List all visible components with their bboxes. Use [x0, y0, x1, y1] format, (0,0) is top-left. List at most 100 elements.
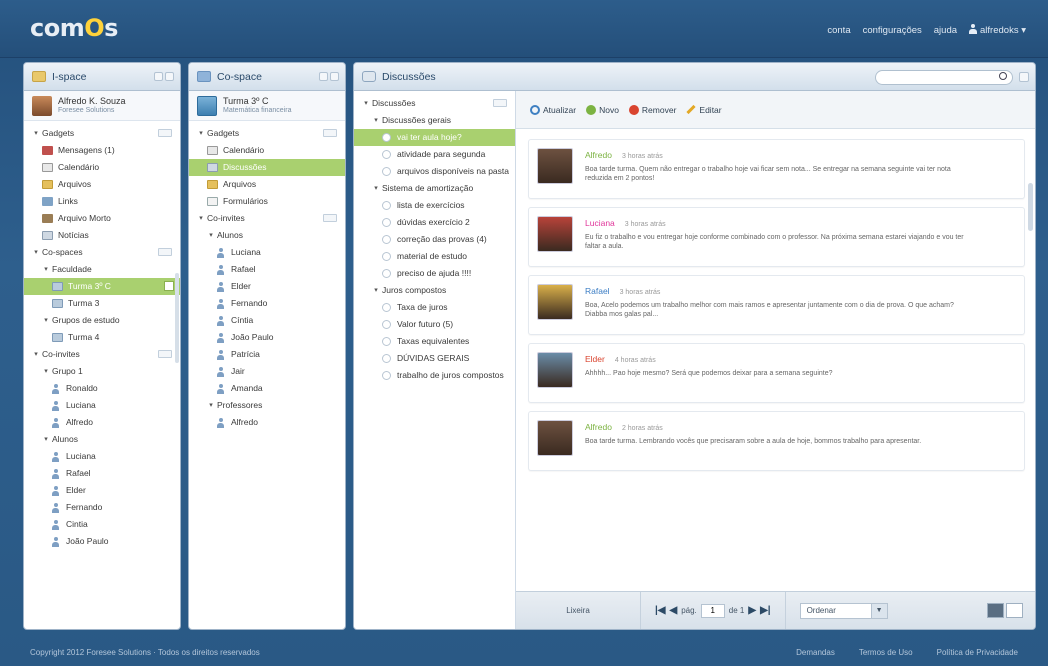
configuracoes-link[interactable]: configurações [863, 25, 922, 36]
tree-item[interactable]: ▾ Professores [189, 397, 345, 414]
tree-item[interactable]: Alfredo [189, 414, 345, 431]
expand-toggle-icon[interactable]: ▾ [42, 363, 50, 380]
tree-item[interactable]: Jair [189, 363, 345, 380]
post-author[interactable]: Luciana [585, 218, 615, 228]
list-view-icon[interactable] [987, 603, 1004, 618]
author-avatar[interactable] [537, 352, 573, 388]
tree-item[interactable]: Calendário [189, 142, 345, 159]
tree-item[interactable]: Cintia [24, 516, 180, 533]
search-input[interactable] [875, 70, 1013, 85]
search-icon[interactable] [999, 72, 1007, 80]
tree-item[interactable]: ▾ Co-invites [189, 210, 345, 227]
post-author[interactable]: Alfredo [585, 150, 612, 160]
expand-toggle-icon[interactable]: ▾ [42, 431, 50, 448]
tree-item[interactable]: ▾ Alunos [189, 227, 345, 244]
section-options-icon[interactable] [493, 99, 507, 107]
post-item[interactable]: Alfredo 3 horas atrás Boa tarde turma. Que… [528, 139, 1025, 199]
ajuda-link[interactable]: ajuda [934, 25, 957, 36]
tree-item[interactable]: ▾ Faculdade [24, 261, 180, 278]
post-item[interactable]: Luciana 3 horas atrás Eu fiz o trabalho e … [528, 207, 1025, 267]
last-page-icon[interactable]: ▶| [760, 605, 771, 616]
footer-link[interactable]: Política de Privacidade [937, 648, 1018, 657]
collapse-icon[interactable] [154, 72, 163, 81]
trash-link[interactable]: Lixeira [516, 606, 640, 615]
tree-item[interactable]: Ronaldo [24, 380, 180, 397]
remove-button[interactable]: Remover [628, 104, 676, 115]
section-options-icon[interactable] [323, 214, 337, 222]
author-avatar[interactable] [537, 216, 573, 252]
tree-item[interactable]: Links [24, 193, 180, 210]
expand-toggle-icon[interactable]: ▾ [207, 397, 215, 414]
tree-item[interactable]: Mensagens (1) [24, 142, 180, 159]
tree-item[interactable]: ▾ Discussões [354, 95, 515, 112]
tree-item[interactable]: Amanda [189, 380, 345, 397]
tree-item[interactable]: Luciana [24, 397, 180, 414]
tree-item[interactable]: material de estudo [354, 248, 515, 265]
section-options-icon[interactable] [158, 129, 172, 137]
tree-item[interactable]: Alfredo [24, 414, 180, 431]
expand-toggle-icon[interactable]: ▾ [32, 346, 40, 363]
user-menu[interactable]: alfredoks ▾ [969, 24, 1026, 36]
refresh-button[interactable]: Atualizar [530, 104, 576, 115]
post-item[interactable]: Rafael 3 horas atrás Boa, Acelo podemos um… [528, 275, 1025, 335]
tree-item[interactable]: DÚVIDAS GERAIS [354, 350, 515, 367]
footer-link[interactable]: Termos de Uso [859, 648, 913, 657]
tree-item[interactable]: Rafael [189, 261, 345, 278]
edit-button[interactable]: Editar [686, 105, 722, 115]
tree-item[interactable]: Turma 4 [24, 329, 180, 346]
tree-item[interactable]: lista de exercícios [354, 197, 515, 214]
tree-item[interactable]: Elder [24, 482, 180, 499]
close-icon[interactable] [1019, 72, 1029, 82]
tree-item[interactable]: Taxas equivalentes [354, 333, 515, 350]
section-options-icon[interactable] [323, 129, 337, 137]
sort-select[interactable]: Ordenar ▼ [799, 602, 888, 619]
tree-item[interactable]: Discussões [189, 159, 345, 176]
logo[interactable]: comOs [30, 14, 118, 42]
post-item[interactable]: Elder 4 horas atrás Ahhhh... Pao hoje mesm… [528, 343, 1025, 403]
tree-item[interactable]: ▾ Grupo 1 [24, 363, 180, 380]
tree-item[interactable]: ▾ Co-spaces [24, 244, 180, 261]
first-page-icon[interactable]: |◀ [655, 605, 666, 616]
tree-item[interactable]: Arquivo Morto [24, 210, 180, 227]
new-button[interactable]: Novo [586, 104, 619, 115]
expand-toggle-icon[interactable]: ▾ [372, 112, 380, 129]
tree-item[interactable]: ▾ Gadgets [24, 125, 180, 142]
expand-toggle-icon[interactable]: ▾ [207, 227, 215, 244]
tree-item[interactable]: ▾ Gadgets [189, 125, 345, 142]
expand-toggle-icon[interactable]: ▾ [42, 261, 50, 278]
close-icon[interactable] [330, 72, 339, 81]
tree-item[interactable]: Patrícia [189, 346, 345, 363]
tree-item[interactable]: correção das provas (4) [354, 231, 515, 248]
tree-item[interactable]: Arquivos [24, 176, 180, 193]
tree-item[interactable]: atividade para segunda [354, 146, 515, 163]
post-author[interactable]: Elder [585, 354, 605, 364]
tree-item[interactable]: Valor futuro (5) [354, 316, 515, 333]
tree-item[interactable]: Calendário [24, 159, 180, 176]
expand-toggle-icon[interactable]: ▾ [372, 180, 380, 197]
expand-toggle-icon[interactable]: ▾ [197, 125, 205, 142]
post-author[interactable]: Rafael [585, 286, 610, 296]
feed-scrollbar[interactable] [1028, 183, 1033, 231]
tree-item[interactable]: Fernando [189, 295, 345, 312]
collapse-icon[interactable] [319, 72, 328, 81]
tree-item[interactable]: João Paulo [24, 533, 180, 550]
tree-item[interactable]: ▾ Juros compostos [354, 282, 515, 299]
detail-view-icon[interactable] [1006, 603, 1023, 618]
expand-toggle-icon[interactable]: ▾ [32, 125, 40, 142]
tree-item[interactable]: Formulários [189, 193, 345, 210]
tree-item[interactable]: Luciana [24, 448, 180, 465]
expand-toggle-icon[interactable]: ▾ [372, 282, 380, 299]
options-icon[interactable] [164, 281, 174, 291]
tree-item[interactable]: ▾ Discussões gerais [354, 112, 515, 129]
tree-item[interactable]: Notícias [24, 227, 180, 244]
tree-item[interactable]: Rafael [24, 465, 180, 482]
author-avatar[interactable] [537, 148, 573, 184]
course-profile[interactable]: Turma 3º C Matemática financeira [189, 91, 345, 121]
tree-item[interactable]: Arquivos [189, 176, 345, 193]
tree-item[interactable]: Fernando [24, 499, 180, 516]
tree-item[interactable]: arquivos disponíveis na pasta [354, 163, 515, 180]
tree-item[interactable]: João Paulo [189, 329, 345, 346]
next-page-icon[interactable]: ▶ [748, 605, 756, 616]
post-author[interactable]: Alfredo [585, 422, 612, 432]
tree-item[interactable]: dúvidas exercício 2 [354, 214, 515, 231]
